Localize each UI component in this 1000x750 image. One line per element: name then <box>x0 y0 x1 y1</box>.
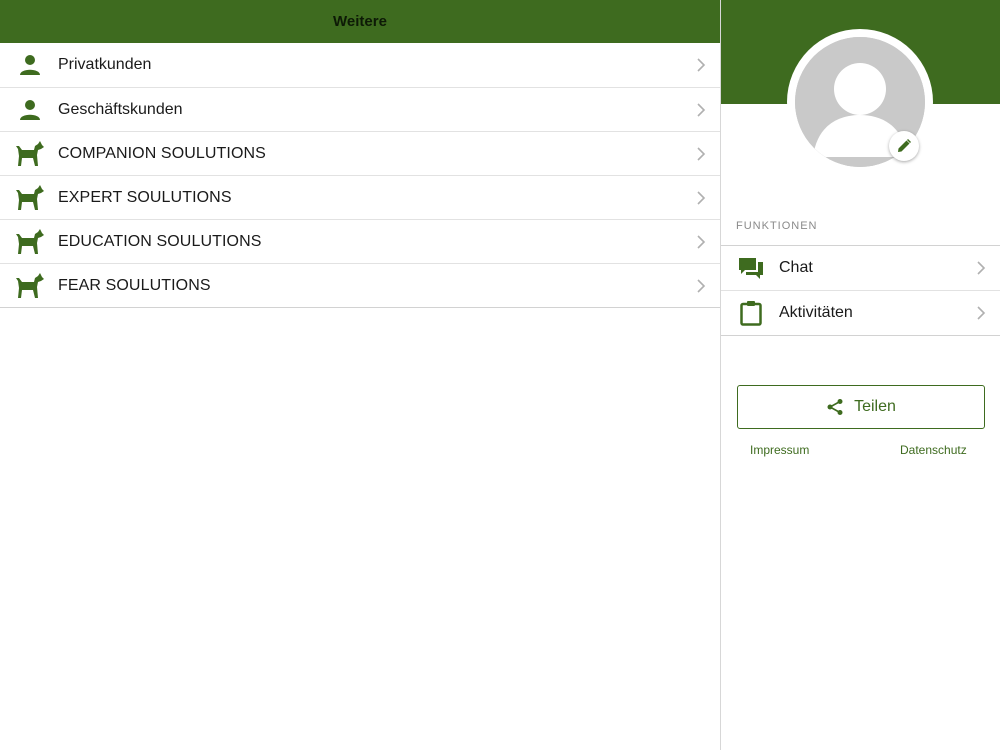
dog-icon <box>14 272 46 300</box>
person-icon <box>14 96 46 124</box>
edit-avatar-button[interactable] <box>889 131 919 161</box>
navigation-bar: Weitere <box>0 0 720 43</box>
menu-item-label: COMPANION SOULUTIONS <box>58 144 266 162</box>
menu-item-fear-soulutions[interactable]: FEAR SOULUTIONS <box>0 263 720 307</box>
chevron-right-icon <box>697 102 706 117</box>
person-icon <box>14 51 46 79</box>
menu-item-privatkunden[interactable]: Privatkunden <box>0 43 720 87</box>
menu-item-label: Privatkunden <box>58 56 152 73</box>
clipboard-icon <box>737 299 765 327</box>
dog-icon <box>14 140 46 168</box>
share-button[interactable]: Teilen <box>737 385 985 429</box>
datenschutz-link[interactable]: Datenschutz <box>900 443 967 457</box>
menu-item-geschaeftskunden[interactable]: Geschäftskunden <box>0 87 720 131</box>
section-header-funktionen: FUNKTIONEN <box>736 220 818 232</box>
chat-icon <box>737 254 765 282</box>
profile-sidebar: FUNKTIONEN Chat Aktivitäten Teilen Impre… <box>720 0 1000 750</box>
menu-item-label: Geschäftskunden <box>58 100 183 118</box>
chevron-right-icon <box>977 261 986 275</box>
dog-icon <box>14 184 46 212</box>
menu-item-education-soulutions[interactable]: EDUCATION SOULUTIONS <box>0 219 720 263</box>
chevron-right-icon <box>697 190 706 205</box>
chevron-right-icon <box>697 58 706 72</box>
chevron-right-icon <box>697 234 706 249</box>
main-pane: Weitere Privatkunden Geschäftskunden COM… <box>0 0 720 750</box>
function-item-chat[interactable]: Chat <box>721 246 1000 290</box>
impressum-link[interactable]: Impressum <box>750 443 809 457</box>
page-title: Weitere <box>333 13 387 30</box>
menu-item-label: EDUCATION SOULUTIONS <box>58 232 262 250</box>
share-icon <box>827 399 843 415</box>
menu-list: Privatkunden Geschäftskunden COMPANION S… <box>0 43 720 308</box>
function-item-label: Aktivitäten <box>779 304 853 321</box>
menu-item-expert-soulutions[interactable]: EXPERT SOULUTIONS <box>0 175 720 219</box>
chevron-right-icon <box>977 306 986 320</box>
functions-list: Chat Aktivitäten <box>721 245 1000 336</box>
dog-icon <box>14 228 46 256</box>
menu-item-label: FEAR SOULUTIONS <box>58 276 211 294</box>
pencil-icon <box>898 138 912 152</box>
menu-item-label: EXPERT SOULUTIONS <box>58 188 232 206</box>
chevron-right-icon <box>697 146 706 161</box>
share-button-label: Teilen <box>854 398 896 415</box>
menu-item-companion-soulutions[interactable]: COMPANION SOULUTIONS <box>0 131 720 175</box>
function-item-aktivitaeten[interactable]: Aktivitäten <box>721 290 1000 335</box>
chevron-right-icon <box>697 278 706 293</box>
function-item-label: Chat <box>779 259 813 276</box>
